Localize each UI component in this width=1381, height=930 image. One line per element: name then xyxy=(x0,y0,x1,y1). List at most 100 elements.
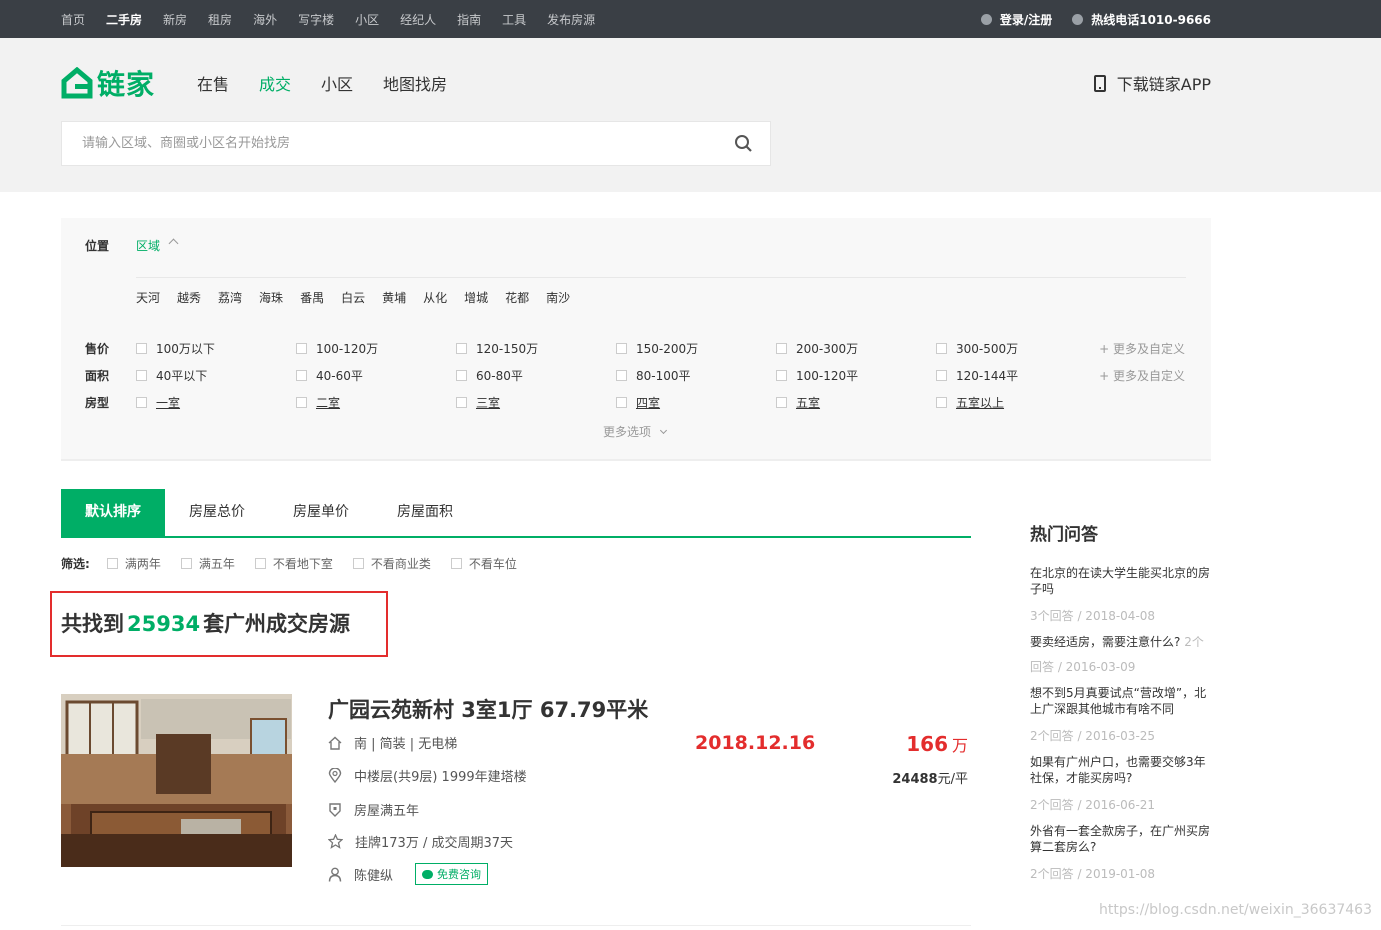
top-nav-ershoufang[interactable]: 二手房 xyxy=(106,11,142,28)
screen-option[interactable]: 满两年 xyxy=(106,555,161,572)
top-nav-agent[interactable]: 经纪人 xyxy=(400,11,436,28)
checkbox[interactable] xyxy=(136,397,147,408)
district-item[interactable]: 黄埔 xyxy=(382,289,406,306)
layout-option[interactable]: 五室以上 xyxy=(936,394,1096,411)
agent-name[interactable]: 陈健纵 xyxy=(354,865,393,884)
district-item[interactable]: 天河 xyxy=(136,289,160,306)
checkbox[interactable] xyxy=(616,370,627,381)
main-nav-deal[interactable]: 成交 xyxy=(259,71,291,95)
district-item[interactable]: 番禺 xyxy=(300,289,324,306)
listing-item[interactable]: 广园云苑新村 3室1厅 67.79平米 南 | 简装 | 无电梯 中楼层(共9层… xyxy=(61,694,971,926)
qa-question[interactable]: 要卖经适房，需要注意什么? xyxy=(1030,635,1180,649)
top-nav-rent[interactable]: 租房 xyxy=(208,11,232,28)
district-item[interactable]: 海珠 xyxy=(259,289,283,306)
qa-question[interactable]: 如果有广州户口，也需要交够3年社保，才能买房吗? xyxy=(1030,754,1215,786)
top-nav-tools[interactable]: 工具 xyxy=(502,11,526,28)
qa-item[interactable]: 如果有广州户口，也需要交够3年社保，才能买房吗? 2个回答 / 2016-06-… xyxy=(1030,754,1215,813)
price-option[interactable]: 100-120万 xyxy=(296,340,456,357)
price-option[interactable]: 300-500万 xyxy=(936,340,1096,357)
checkbox[interactable] xyxy=(450,558,462,569)
district-item[interactable]: 南沙 xyxy=(546,289,570,306)
search-icon[interactable] xyxy=(734,134,754,154)
tab-default-sort[interactable]: 默认排序 xyxy=(61,489,165,536)
price-option[interactable]: 150-200万 xyxy=(616,340,776,357)
area-option[interactable]: 120-144平 xyxy=(936,367,1096,384)
checkbox[interactable] xyxy=(776,370,787,381)
area-option[interactable]: 40平以下 xyxy=(136,367,296,384)
main-nav-onsale[interactable]: 在售 xyxy=(197,71,229,95)
layout-option[interactable]: 二室 xyxy=(296,394,456,411)
layout-option[interactable]: 一室 xyxy=(136,394,296,411)
checkbox[interactable] xyxy=(456,397,467,408)
price-option[interactable]: 200-300万 xyxy=(776,340,936,357)
top-nav-publish[interactable]: 发布房源 xyxy=(547,11,595,28)
qa-item[interactable]: 外省有一套全款房子，在广州买房算二套房么? 2个回答 / 2019-01-08 xyxy=(1030,823,1215,882)
checkbox[interactable] xyxy=(456,343,467,354)
top-nav-guide[interactable]: 指南 xyxy=(457,11,481,28)
price-option[interactable]: 100万以下 xyxy=(136,340,296,357)
checkbox[interactable] xyxy=(254,558,266,569)
top-nav-office[interactable]: 写字楼 xyxy=(298,11,334,28)
checkbox[interactable] xyxy=(456,370,467,381)
district-item[interactable]: 越秀 xyxy=(177,289,201,306)
district-item[interactable]: 白云 xyxy=(341,289,365,306)
area-option[interactable]: 100-120平 xyxy=(776,367,936,384)
more-options-toggle[interactable]: 更多选项 xyxy=(603,423,667,440)
checkbox[interactable] xyxy=(776,397,787,408)
tab-total-price[interactable]: 房屋总价 xyxy=(165,489,269,536)
qa-question[interactable]: 在北京的在读大学生能买北京的房子吗 xyxy=(1030,565,1215,597)
checkbox[interactable] xyxy=(180,558,192,569)
checkbox[interactable] xyxy=(352,558,364,569)
top-nav-home[interactable]: 首页 xyxy=(61,11,85,28)
price-more-custom[interactable]: + 更多及自定义 xyxy=(1099,340,1185,357)
checkbox[interactable] xyxy=(296,343,307,354)
checkbox[interactable] xyxy=(136,343,147,354)
checkbox[interactable] xyxy=(936,343,947,354)
screen-option[interactable]: 不看车位 xyxy=(450,555,517,572)
checkbox[interactable] xyxy=(776,343,787,354)
search-input[interactable] xyxy=(62,122,702,165)
login-link[interactable]: 登录/注册 xyxy=(980,11,1052,28)
download-app-link[interactable]: 下载链家APP xyxy=(1093,71,1211,95)
area-more-custom[interactable]: + 更多及自定义 xyxy=(1099,367,1185,384)
area-option[interactable]: 40-60平 xyxy=(296,367,456,384)
screen-option[interactable]: 满五年 xyxy=(180,555,235,572)
price-option[interactable]: 120-150万 xyxy=(456,340,616,357)
listing-photo[interactable] xyxy=(61,694,292,867)
screen-option[interactable]: 不看地下室 xyxy=(254,555,333,572)
layout-option[interactable]: 四室 xyxy=(616,394,776,411)
area-option[interactable]: 60-80平 xyxy=(456,367,616,384)
layout-option[interactable]: 五室 xyxy=(776,394,936,411)
checkbox[interactable] xyxy=(296,370,307,381)
checkbox[interactable] xyxy=(106,558,118,569)
qa-question[interactable]: 想不到5月真要试点“营改增”，北上广深跟其他城市有啥不同 xyxy=(1030,685,1215,717)
top-nav-overseas[interactable]: 海外 xyxy=(253,11,277,28)
qa-item[interactable]: 在北京的在读大学生能买北京的房子吗 3个回答 / 2018-04-08 xyxy=(1030,565,1215,624)
qa-item[interactable]: 想不到5月真要试点“营改增”，北上广深跟其他城市有啥不同 2个回答 / 2016… xyxy=(1030,685,1215,744)
layout-option[interactable]: 三室 xyxy=(456,394,616,411)
qa-question[interactable]: 外省有一套全款房子，在广州买房算二套房么? xyxy=(1030,823,1215,855)
checkbox[interactable] xyxy=(616,343,627,354)
top-nav-community[interactable]: 小区 xyxy=(355,11,379,28)
main-nav-map[interactable]: 地图找房 xyxy=(383,71,447,95)
logo[interactable]: 链家 xyxy=(61,63,155,103)
area-option[interactable]: 80-100平 xyxy=(616,367,776,384)
checkbox[interactable] xyxy=(936,370,947,381)
listing-title[interactable]: 广园云苑新村 3室1厅 67.79平米 xyxy=(328,694,648,724)
checkbox[interactable] xyxy=(616,397,627,408)
tab-unit-price[interactable]: 房屋单价 xyxy=(269,489,373,536)
main-nav-community[interactable]: 小区 xyxy=(321,71,353,95)
checkbox[interactable] xyxy=(936,397,947,408)
region-tab[interactable]: 区域 xyxy=(136,237,160,254)
checkbox[interactable] xyxy=(296,397,307,408)
qa-item[interactable]: 要卖经适房，需要注意什么? 2个 回答 / 2016-03-09 xyxy=(1030,634,1215,675)
checkbox[interactable] xyxy=(136,370,147,381)
top-nav-new[interactable]: 新房 xyxy=(163,11,187,28)
screen-option[interactable]: 不看商业类 xyxy=(352,555,431,572)
tab-area[interactable]: 房屋面积 xyxy=(373,489,477,536)
district-item[interactable]: 荔湾 xyxy=(218,289,242,306)
district-item[interactable]: 增城 xyxy=(464,289,488,306)
district-item[interactable]: 从化 xyxy=(423,289,447,306)
free-consult-button[interactable]: 免费咨询 xyxy=(415,863,489,885)
district-item[interactable]: 花都 xyxy=(505,289,529,306)
